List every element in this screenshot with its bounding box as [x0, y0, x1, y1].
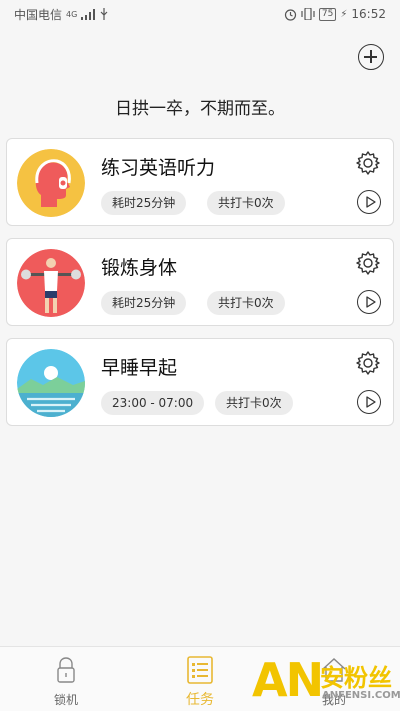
play-icon [366, 196, 376, 208]
signal-icon [81, 8, 96, 20]
checkin-count-tag: 共打卡0次 [207, 291, 285, 315]
watermark-logo-text: AN [252, 653, 324, 707]
task-title: 早睡早起 [101, 357, 178, 379]
duration-tag: 耗时25分钟 [101, 191, 187, 215]
settings-gear-icon[interactable] [355, 350, 381, 376]
settings-gear-icon[interactable] [355, 150, 381, 176]
alarm-icon [284, 8, 297, 21]
checkin-count-tag: 共打卡0次 [207, 191, 285, 215]
site-watermark-logo: AN 安粉丝 ANFENSI.COM [252, 652, 400, 708]
nav-item-lock[interactable]: 锁机 [26, 655, 106, 708]
nav-label-lock: 锁机 [53, 693, 78, 707]
task-card[interactable]: 锻炼身体 耗时25分钟 共打卡0次 [6, 238, 394, 326]
sunrise-landscape-icon [17, 349, 85, 417]
task-title: 锻炼身体 [101, 257, 178, 279]
status-right: 75 ⚡ 16:52 [284, 7, 386, 21]
charging-icon: ⚡ [340, 8, 348, 20]
play-button[interactable] [357, 390, 381, 414]
duration-tag: 耗时25分钟 [101, 291, 187, 315]
watermark-en-text: ANFENSI.COM [322, 690, 400, 701]
task-card[interactable]: 练习英语听力 耗时25分钟 共打卡0次 [6, 138, 394, 226]
play-icon [366, 396, 376, 408]
checkin-count-tag: 共打卡0次 [215, 391, 293, 415]
play-icon [366, 296, 376, 308]
clock: 16:52 [351, 7, 386, 21]
time-range-tag: 23:00 - 07:00 [101, 391, 205, 415]
nav-label-tasks: 任务 [186, 692, 214, 708]
vibrate-icon [301, 8, 315, 20]
status-bar: 中国电信 4G 75 ⚡ 16:52 [0, 0, 400, 28]
task-title: 练习英语听力 [101, 157, 216, 179]
task-avatar-exercise [17, 249, 85, 317]
status-left: 中国电信 4G [14, 6, 109, 23]
carrier-label: 中国电信 [14, 7, 63, 22]
usb-icon [100, 8, 108, 20]
headphones-head-icon [17, 149, 85, 217]
task-avatar-headphones [17, 149, 85, 217]
dumbbell-man-icon [17, 249, 85, 317]
nav-item-tasks[interactable]: 任务 [160, 655, 240, 709]
task-card[interactable]: 早睡早起 23:00 - 07:00 共打卡0次 [6, 338, 394, 426]
add-task-button[interactable] [358, 44, 384, 70]
play-button[interactable] [357, 190, 381, 214]
watermark-cn-text: 安粉丝 [320, 664, 392, 692]
settings-gear-icon[interactable] [355, 250, 381, 276]
battery-level: 75 [318, 7, 337, 21]
lock-icon [57, 657, 75, 683]
task-avatar-sunrise [17, 349, 85, 417]
motto-text: 日拱一卒，不期而至。 [115, 99, 285, 119]
network-label: 4G [66, 9, 78, 19]
play-button[interactable] [357, 290, 381, 314]
task-list-icon [187, 656, 213, 684]
